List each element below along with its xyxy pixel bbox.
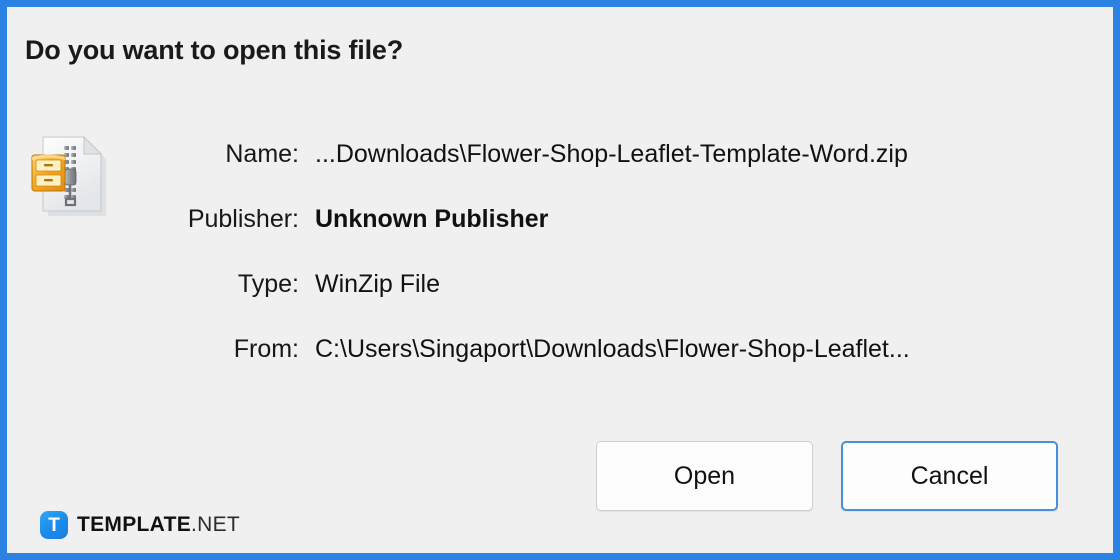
info-value-type: WinZip File <box>315 270 441 298</box>
open-button[interactable]: Open <box>596 441 813 511</box>
template-net-mark-icon: T <box>40 511 68 539</box>
info-row-publisher: Publisher: Unknown Publisher <box>127 205 1077 270</box>
info-row-type: Type: WinZip File <box>127 270 1077 335</box>
template-net-logo: T TEMPLATE.NET <box>40 511 240 539</box>
info-value-name: ...Downloads\Flower-Shop-Leaflet-Templat… <box>315 140 908 168</box>
dialog-window-frame: Do you want to open this file? Name: ...… <box>0 0 1120 560</box>
winzip-file-icon <box>24 129 116 221</box>
info-label-from: From: <box>233 335 299 363</box>
cancel-button[interactable]: Cancel <box>841 441 1058 511</box>
info-label-name: Name: <box>225 140 299 168</box>
template-net-wordmark: TEMPLATE.NET <box>77 513 240 537</box>
info-value-publisher: Unknown Publisher <box>315 205 549 233</box>
brand-name-light: .NET <box>191 513 241 536</box>
brand-name-strong: TEMPLATE <box>77 513 192 536</box>
info-row-from: From: C:\Users\Singaport\Downloads\Flowe… <box>127 335 1077 400</box>
file-info-table: Name: ...Downloads\Flower-Shop-Leaflet-T… <box>127 140 1077 400</box>
info-row-name: Name: ...Downloads\Flower-Shop-Leaflet-T… <box>127 140 1077 205</box>
info-value-from: C:\Users\Singaport\Downloads\Flower-Shop… <box>315 335 910 363</box>
info-label-publisher: Publisher: <box>187 205 299 233</box>
open-file-dialog: Do you want to open this file? Name: ...… <box>7 7 1113 553</box>
info-label-type: Type: <box>237 270 299 298</box>
page-title: Do you want to open this file? <box>25 35 403 65</box>
dialog-button-row: Open Cancel <box>596 441 1058 511</box>
